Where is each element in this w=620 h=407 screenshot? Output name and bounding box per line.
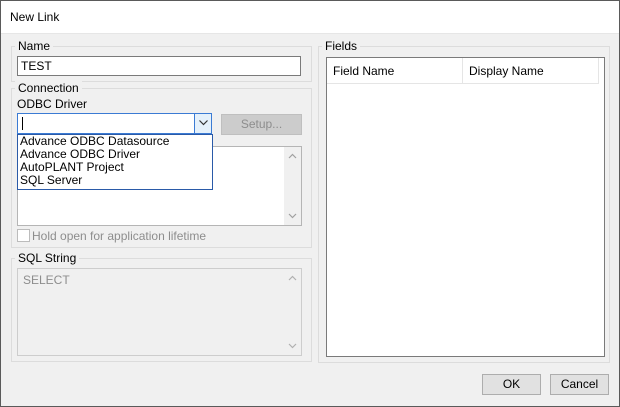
odbc-driver-label: ODBC Driver <box>17 97 88 111</box>
window-title: New Link <box>10 10 60 24</box>
scroll-up-icon[interactable] <box>288 274 297 283</box>
name-input[interactable]: TEST <box>17 56 301 76</box>
sql-string-value: SELECT <box>23 273 70 287</box>
column-header-display-name[interactable]: Display Name <box>463 58 599 84</box>
ok-button[interactable]: OK <box>482 374 541 395</box>
odbc-driver-combobox[interactable] <box>17 113 212 134</box>
chevron-down-icon <box>199 120 208 126</box>
dropdown-option[interactable]: SQL Server <box>18 174 212 187</box>
cancel-button[interactable]: Cancel <box>550 374 609 395</box>
setup-button[interactable]: Setup... <box>221 114 302 135</box>
column-header-field-name[interactable]: Field Name <box>327 58 463 84</box>
scroll-up-icon[interactable] <box>288 152 297 161</box>
new-link-dialog: New Link Name TEST Connection ODBC Drive… <box>0 0 620 407</box>
hold-open-label: Hold open for application lifetime <box>32 229 207 243</box>
vertical-scrollbar[interactable] <box>284 269 301 355</box>
name-legend: Name <box>15 39 54 53</box>
fields-legend: Fields <box>322 39 361 53</box>
scroll-down-icon[interactable] <box>288 341 297 350</box>
text-cursor <box>22 117 23 130</box>
hold-open-checkbox[interactable] <box>17 229 30 242</box>
sql-string-legend: SQL String <box>15 251 80 265</box>
scroll-down-icon[interactable] <box>288 211 297 220</box>
connection-legend: Connection <box>15 81 82 95</box>
dropdown-button[interactable] <box>194 114 211 133</box>
title-bar: New Link <box>1 1 619 34</box>
table-header: Field Name Display Name <box>327 58 599 84</box>
vertical-scrollbar[interactable] <box>284 147 301 225</box>
sql-string-textarea[interactable]: SELECT <box>17 268 302 356</box>
odbc-driver-dropdown-list[interactable]: Advance ODBC Datasource Advance ODBC Dri… <box>17 134 213 190</box>
fields-table[interactable]: Field Name Display Name <box>326 57 605 357</box>
